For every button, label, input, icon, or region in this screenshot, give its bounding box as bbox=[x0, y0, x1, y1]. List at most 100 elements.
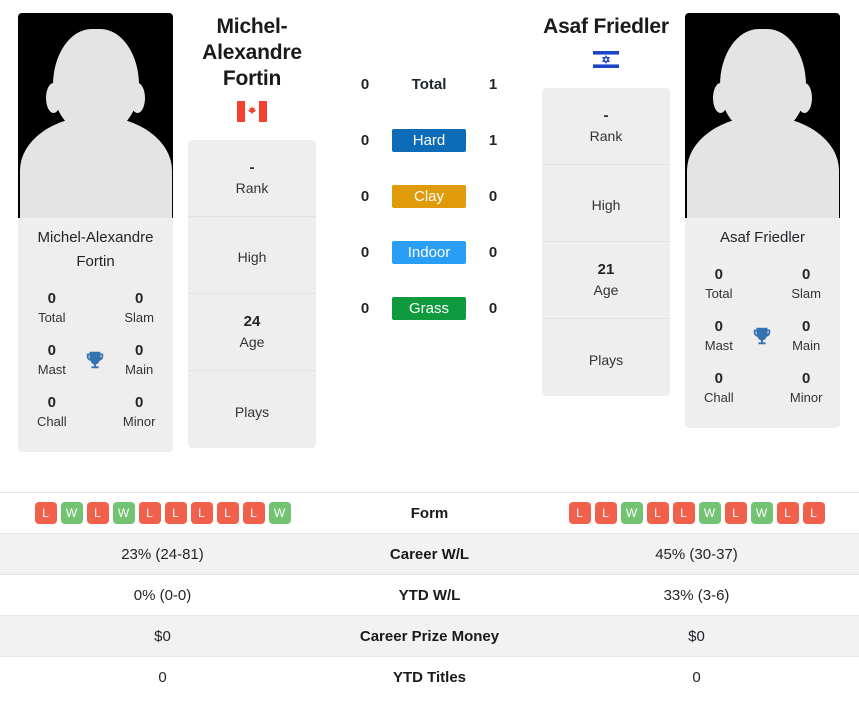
titles-cell-minor: 0 Minor bbox=[115, 393, 163, 431]
titles-label: Main bbox=[125, 362, 154, 377]
titles-cell-minor: 0 Minor bbox=[782, 369, 830, 407]
surface-score-right: 1 bbox=[488, 131, 498, 149]
info-item-age: 24 Age bbox=[188, 294, 316, 371]
player-titles-grid-right: 0 Total 0 Slam 0 Mast 0 Main 0 Chall 0 M… bbox=[685, 254, 840, 428]
form-badge-loss[interactable]: L bbox=[138, 502, 161, 524]
player-info-box-left: - Rank High 24 Age Plays bbox=[188, 140, 316, 448]
form-badge-win[interactable]: W bbox=[698, 502, 721, 524]
titles-value: 0 bbox=[801, 370, 811, 387]
titles-cell-chall: 0 Chall bbox=[28, 393, 76, 431]
form-badge-loss[interactable]: L bbox=[190, 502, 213, 524]
info-item-age: 21 Age bbox=[542, 242, 670, 319]
surface-score-right: 1 bbox=[488, 75, 498, 93]
titles-cell-mast: 0 Mast bbox=[695, 317, 743, 355]
surface-comparison: 0 Total 1 0 Hard 1 0 Clay 0 0 Indoor 0 0 bbox=[316, 0, 542, 336]
form-badge-loss[interactable]: L bbox=[242, 502, 265, 524]
surface-label-grass: Grass bbox=[392, 296, 466, 320]
info-label: Age bbox=[239, 334, 265, 350]
titles-value: 0 bbox=[801, 266, 811, 283]
surface-label-clay: Clay bbox=[392, 184, 466, 208]
surface-score-right: 0 bbox=[488, 243, 498, 261]
table-row-career-wl: 23% (24-81) Career W/L 45% (30-37) bbox=[0, 533, 859, 575]
silhouette-ear-right-icon bbox=[797, 83, 812, 113]
table-row-form: LWLWLLLLLW Form LLWLLWLWLL bbox=[0, 492, 859, 534]
surface-label-indoor: Indoor bbox=[392, 240, 466, 264]
titles-label: Minor bbox=[789, 390, 823, 405]
titles-cell-mast: 0 Mast bbox=[28, 341, 76, 379]
surface-score-left: 0 bbox=[360, 131, 370, 149]
player-name-right[interactable]: Asaf Friedler bbox=[543, 14, 669, 40]
row-label-career-prize-money: Career Prize Money bbox=[325, 615, 534, 657]
info-item-rank: - Rank bbox=[542, 88, 670, 165]
form-badge-win[interactable]: W bbox=[620, 502, 643, 524]
canada-flag-icon bbox=[237, 101, 267, 122]
ytd-titles-left: 0 bbox=[0, 656, 325, 698]
row-label-career-wl: Career W/L bbox=[325, 533, 534, 575]
titles-value: 0 bbox=[47, 290, 56, 307]
titles-label: Mast bbox=[37, 362, 66, 377]
info-value: 24 bbox=[243, 313, 261, 330]
form-badge-win[interactable]: W bbox=[268, 502, 291, 524]
form-strip-left: LWLWLLLLLW bbox=[0, 502, 325, 524]
form-badge-loss[interactable]: L bbox=[594, 502, 617, 524]
titles-value: 0 bbox=[47, 394, 56, 411]
form-badge-loss[interactable]: L bbox=[568, 502, 591, 524]
titles-label: Chall bbox=[704, 390, 734, 405]
titles-value: 0 bbox=[47, 342, 56, 359]
form-badge-win[interactable]: W bbox=[60, 502, 83, 524]
titles-value: 0 bbox=[714, 318, 723, 335]
surface-row-indoor: 0 Indoor 0 bbox=[347, 224, 511, 280]
surface-row-grass: 0 Grass 0 bbox=[347, 280, 511, 336]
titles-label: Slam bbox=[791, 286, 821, 301]
titles-label: Minor bbox=[122, 414, 156, 429]
titles-row: 0 Total 0 Slam bbox=[695, 258, 830, 310]
player-photo-caption-left: Michel-Alexandre Fortin bbox=[37, 229, 154, 270]
form-badge-loss[interactable]: L bbox=[776, 502, 799, 524]
form-badge-loss[interactable]: L bbox=[646, 502, 669, 524]
form-badge-loss[interactable]: L bbox=[34, 502, 57, 524]
player-photo-card-right: Asaf Friedler 0 Total 0 Slam 0 Mast 0 Ma… bbox=[685, 13, 840, 428]
player-photo-card-left: Michel-Alexandre Fortin 0 Total 0 Slam 0 bbox=[18, 13, 173, 452]
titles-label: Main bbox=[792, 338, 821, 353]
form-badge-win[interactable]: W bbox=[750, 502, 773, 524]
silhouette-head-icon bbox=[719, 29, 806, 133]
info-label: Age bbox=[593, 282, 619, 298]
titles-cell-total: 0 Total bbox=[28, 289, 76, 327]
titles-cell-slam: 0 Slam bbox=[115, 289, 163, 327]
table-row-ytd-wl: 0% (0-0) YTD W/L 33% (3-6) bbox=[0, 574, 859, 616]
career-wl-left: 23% (24-81) bbox=[0, 533, 325, 575]
silhouette-ear-left-icon bbox=[46, 83, 61, 113]
surface-score-left: 0 bbox=[360, 299, 370, 317]
form-badge-loss[interactable]: L bbox=[164, 502, 187, 524]
row-label-ytd-titles: YTD Titles bbox=[325, 656, 534, 698]
player-info-column-right: Asaf Friedler - Rank High 21 Age Plays bbox=[542, 0, 670, 396]
titles-value: 0 bbox=[714, 370, 723, 387]
titles-row: 0 Chall 0 Minor bbox=[695, 362, 830, 414]
titles-cell-slam: 0 Slam bbox=[782, 265, 830, 303]
titles-row: 0 Total 0 Slam bbox=[28, 282, 163, 334]
titles-label: Mast bbox=[704, 338, 733, 353]
titles-row: 0 Chall 0 Minor bbox=[28, 386, 163, 438]
form-badge-loss[interactable]: L bbox=[724, 502, 747, 524]
form-badge-loss[interactable]: L bbox=[86, 502, 109, 524]
player-name-left[interactable]: Michel-Alexandre Fortin bbox=[188, 14, 316, 92]
info-label: Plays bbox=[588, 351, 624, 368]
info-label: High bbox=[237, 249, 267, 265]
form-badge-loss[interactable]: L bbox=[672, 502, 695, 524]
form-strip-right: LLWLLWLWLL bbox=[534, 502, 859, 524]
surface-row-hard: 0 Hard 1 bbox=[347, 112, 511, 168]
table-row-career-prize-money: $0 Career Prize Money $0 bbox=[0, 615, 859, 657]
titles-cell-total: 0 Total bbox=[695, 265, 743, 303]
player-photo-right bbox=[685, 13, 840, 218]
surface-score-right: 0 bbox=[488, 187, 498, 205]
form-badge-loss[interactable]: L bbox=[216, 502, 239, 524]
form-badge-loss[interactable]: L bbox=[802, 502, 825, 524]
form-badge-win[interactable]: W bbox=[112, 502, 135, 524]
trophy-icon bbox=[743, 325, 783, 347]
titles-row: 0 Mast 0 Main bbox=[28, 334, 163, 386]
silhouette-ear-right-icon bbox=[130, 83, 145, 113]
titles-label: Slam bbox=[124, 310, 154, 325]
israel-flag-icon bbox=[591, 49, 621, 70]
titles-cell-main: 0 Main bbox=[782, 317, 830, 355]
ytd-titles-right: 0 bbox=[534, 656, 859, 698]
